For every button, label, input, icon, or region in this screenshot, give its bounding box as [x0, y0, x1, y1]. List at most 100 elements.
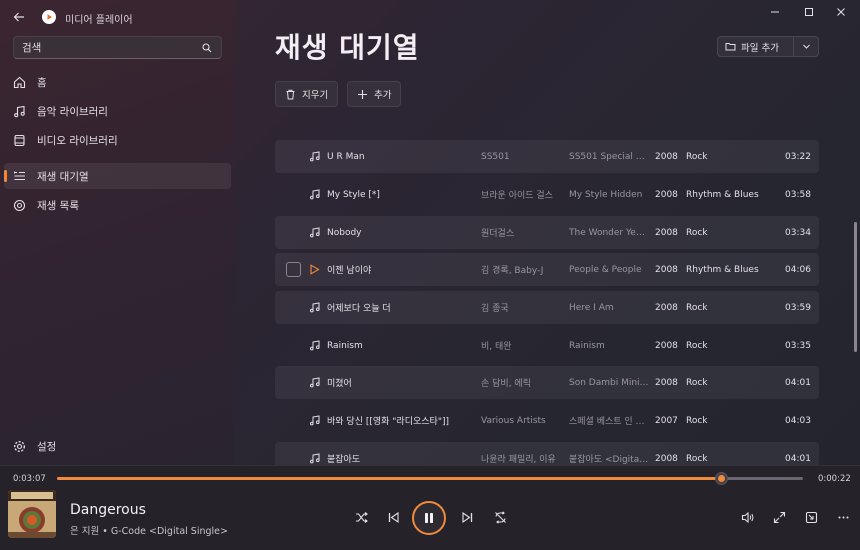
media-player-window: 미디어 플레이어 홈 음악 라이브러리 비디오 라이브러리	[0, 0, 860, 550]
skip-next-icon	[461, 511, 472, 523]
nav-item-play-queue[interactable]: 재생 대기열	[4, 163, 231, 189]
skip-previous-icon	[388, 511, 399, 523]
song-artist[interactable]: 손 담비, 에릭	[481, 376, 561, 389]
song-title: My Style [*]	[327, 189, 380, 200]
repeat-off-icon	[494, 510, 506, 524]
song-row[interactable]: Rainism 비, 태완 Rainism 2008 Rock 03:35	[275, 329, 819, 362]
song-select-checkbox[interactable]	[286, 262, 301, 277]
song-album[interactable]: Rainism	[569, 341, 649, 351]
song-year: 2008	[655, 377, 678, 388]
song-row[interactable]: U R Man SS501 SS501 Special Album 2008 R…	[275, 140, 819, 173]
song-title: 어제보다 오늘 더	[327, 304, 391, 314]
nav-label-playlists: 재생 목록	[37, 199, 79, 212]
song-row[interactable]: 바와 당신 [[영화 "라디오스타"]] Various Artists 스페셜…	[275, 404, 819, 437]
song-year: 2008	[655, 302, 678, 313]
add-files-button[interactable]: 파일 추가	[718, 37, 794, 56]
queue-list-icon	[12, 169, 26, 183]
song-year: 2008	[655, 189, 678, 200]
music-note-icon	[308, 453, 320, 465]
music-note-icon	[308, 415, 320, 427]
clear-label: 지우기	[302, 90, 329, 101]
song-row-now-playing[interactable]: 이젠 남이야 김 경록, Baby-J People & People 2008…	[275, 253, 819, 286]
song-title: 붙잡아도	[327, 455, 361, 465]
song-artist[interactable]: SS501	[481, 152, 561, 162]
album-art	[8, 490, 56, 538]
add-label: 추가	[374, 90, 392, 101]
song-duration: 04:01	[785, 453, 811, 464]
song-artist[interactable]: 김 경록, Baby-J	[481, 263, 561, 276]
video-icon	[12, 133, 26, 147]
song-album[interactable]: 스페셜 베스트 인 하모니	[569, 414, 649, 427]
home-icon	[12, 75, 26, 89]
song-album[interactable]: My Style Hidden	[569, 190, 649, 200]
song-duration: 04:03	[785, 415, 811, 426]
music-note-icon	[308, 377, 320, 389]
song-title: 바와 당신 [[영화 "라디오스타"]]	[327, 417, 449, 427]
song-album[interactable]: Son Dambi Mini Album	[569, 378, 649, 388]
song-title: Rainism	[327, 340, 363, 351]
nav-item-home[interactable]: 홈	[4, 69, 231, 95]
volume-icon	[741, 511, 753, 523]
song-duration: 03:59	[785, 302, 811, 313]
add-files-label: 파일 추가	[741, 42, 779, 54]
queue-song-list: U R Man SS501 SS501 Special Album 2008 R…	[275, 140, 819, 465]
add-files-split-button: 파일 추가	[717, 36, 819, 57]
song-album[interactable]: SS501 Special Album	[569, 152, 649, 162]
app-logo-icon	[42, 10, 56, 24]
music-note-icon	[12, 104, 26, 118]
add-button[interactable]: 추가	[347, 81, 402, 107]
seek-bar-thumb[interactable]	[714, 472, 728, 485]
song-row[interactable]: Nobody 원더걸스 The Wonder Years 2008 Rock 0…	[275, 216, 819, 249]
song-year: 2008	[655, 453, 678, 464]
song-row[interactable]: 미쳤어 손 담비, 에릭 Son Dambi Mini Album 2008 R…	[275, 366, 819, 399]
song-album[interactable]: People & People	[569, 265, 649, 275]
nav-item-playlists[interactable]: 재생 목록	[4, 192, 231, 218]
close-icon	[837, 8, 845, 16]
song-album[interactable]: Here I Am	[569, 303, 649, 313]
fullscreen-button[interactable]	[769, 507, 789, 527]
song-genre: Rock	[686, 340, 708, 351]
add-files-dropdown[interactable]	[794, 37, 818, 56]
song-year: 2007	[655, 415, 678, 426]
next-button[interactable]	[457, 507, 477, 527]
maximize-button[interactable]	[794, 2, 824, 22]
song-artist[interactable]: 김 종국	[481, 301, 561, 314]
song-duration: 03:22	[785, 151, 811, 162]
song-artist[interactable]: 비, 태완	[481, 339, 561, 352]
minimize-button[interactable]	[760, 2, 790, 22]
back-button[interactable]	[10, 8, 28, 26]
search-icon[interactable]	[201, 42, 213, 54]
song-artist[interactable]: 나윤라 패밀리, 이유	[481, 452, 561, 465]
nav-label-home: 홈	[37, 76, 47, 89]
seek-bar[interactable]	[57, 472, 803, 485]
volume-button[interactable]	[737, 507, 757, 527]
close-button[interactable]	[826, 2, 856, 22]
clear-button[interactable]: 지우기	[275, 81, 339, 107]
search-input[interactable]	[22, 41, 201, 54]
song-genre: Rock	[686, 151, 708, 162]
nav-item-music-library[interactable]: 음악 라이브러리	[4, 98, 231, 124]
more-horizontal-icon	[838, 516, 848, 518]
song-row[interactable]: 붙잡아도 나윤라 패밀리, 이유 붙잡아도 <Digital Single> 2…	[275, 442, 819, 465]
more-options-button[interactable]	[833, 507, 853, 527]
pause-button[interactable]	[412, 501, 446, 535]
music-note-icon	[308, 227, 320, 239]
song-artist[interactable]: 원더걸스	[481, 226, 561, 239]
song-album[interactable]: 붙잡아도 <Digital Single>	[569, 452, 649, 465]
song-artist[interactable]: Various Artists	[481, 416, 561, 426]
list-scrollbar[interactable]	[854, 222, 857, 352]
remaining-time: 0:00:22	[818, 474, 851, 484]
song-row[interactable]: My Style [*] 브라운 아이드 걸스 My Style Hidden …	[275, 178, 819, 211]
song-title: 미쳤어	[327, 379, 352, 389]
miniplayer-button[interactable]	[801, 507, 821, 527]
song-artist[interactable]: 브라운 아이드 걸스	[481, 188, 561, 201]
nav-item-settings[interactable]: 설정	[4, 433, 231, 459]
shuffle-button[interactable]	[351, 507, 371, 527]
song-row[interactable]: 어제보다 오늘 더 김 종국 Here I Am 2008 Rock 03:59	[275, 291, 819, 324]
repeat-button[interactable]	[490, 507, 510, 527]
playlist-icon	[12, 198, 26, 212]
previous-button[interactable]	[383, 507, 403, 527]
nav-item-video-library[interactable]: 비디오 라이브러리	[4, 127, 231, 153]
song-album[interactable]: The Wonder Years	[569, 228, 649, 238]
song-genre: Rock	[686, 377, 708, 388]
